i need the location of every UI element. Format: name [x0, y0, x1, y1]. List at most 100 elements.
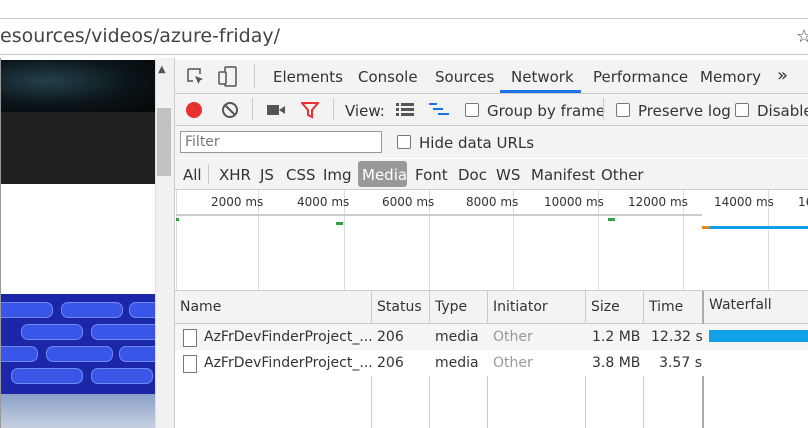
table-row[interactable]: AzFrDevFinderProject_... 206 media Other…: [175, 350, 808, 376]
overview-tick-label: 12000 ms: [628, 195, 688, 209]
decorative-shape: [129, 302, 155, 318]
overview-gridline: [176, 190, 177, 290]
tab-elements[interactable]: Elements: [273, 68, 343, 86]
request-status: 206: [377, 329, 404, 345]
overview-tick-label: 16: [798, 195, 808, 209]
decorative-shape: [119, 346, 155, 362]
overview-tick-label: 4000 ms: [297, 195, 350, 209]
overview-tick-label: 8000 ms: [466, 195, 519, 209]
decorative-shape: [1, 346, 38, 362]
video-thumbnail[interactable]: [1, 294, 155, 428]
address-text[interactable]: esources/videos/azure-friday/: [0, 25, 280, 47]
request-initiator: Other: [493, 355, 533, 371]
overview-tick-label: 6000 ms: [382, 195, 435, 209]
request-size: 3.8 MB: [592, 355, 641, 371]
overview-mark: [336, 222, 343, 225]
divider: [252, 98, 253, 120]
decorative-shape: [1, 302, 53, 318]
group-by-frame-checkbox[interactable]: [465, 103, 479, 117]
disable-cache-label: Disable: [757, 102, 808, 120]
disable-cache-checkbox[interactable]: [735, 103, 749, 117]
overview-tick-label: 14000 ms: [714, 195, 774, 209]
more-tabs-icon[interactable]: »: [777, 65, 788, 86]
type-filter-manifest[interactable]: Manifest: [531, 166, 595, 184]
scrollbar-thumb[interactable]: [157, 108, 171, 176]
large-rows-icon[interactable]: [396, 102, 414, 120]
type-filter-other[interactable]: Other: [601, 166, 644, 184]
type-filter-img[interactable]: Img: [323, 166, 352, 184]
column-header-type[interactable]: Type: [435, 299, 467, 315]
column-header-name[interactable]: Name: [180, 299, 221, 315]
divider: [603, 98, 604, 120]
request-size: 1.2 MB: [592, 329, 641, 345]
hide-data-urls-label: Hide data URLs: [419, 134, 535, 152]
decorative-shape: [11, 368, 83, 384]
device-toolbar-icon[interactable]: [218, 66, 238, 92]
screenshot-camera-icon[interactable]: [266, 103, 286, 121]
filter-input[interactable]: [180, 131, 382, 153]
file-icon: [183, 355, 197, 373]
overview-mark: [176, 218, 179, 221]
column-header-size[interactable]: Size: [591, 299, 620, 315]
column-header-initiator[interactable]: Initiator: [493, 299, 548, 315]
overview-mark: [608, 218, 615, 221]
divider: [208, 164, 209, 184]
divider: [333, 98, 334, 120]
column-header-waterfall[interactable]: Waterfall: [709, 297, 772, 313]
type-filter-font[interactable]: Font: [415, 166, 448, 184]
video-thumbnail-footer: [1, 112, 155, 184]
request-status: 206: [377, 355, 404, 371]
table-row[interactable]: AzFrDevFinderProject_... 206 media Other…: [175, 324, 808, 350]
tab-performance[interactable]: Performance: [593, 68, 688, 86]
waterfall-bar: [709, 330, 808, 342]
decorative-shape: [61, 302, 123, 318]
request-name[interactable]: AzFrDevFinderProject_...: [204, 355, 373, 371]
preserve-log-label: Preserve log: [638, 102, 731, 120]
request-type: media: [435, 355, 479, 371]
request-time: 12.32 s: [651, 329, 703, 345]
bookmark-star-icon[interactable]: ☆: [796, 26, 808, 47]
divider: [254, 64, 255, 88]
preserve-log-checkbox[interactable]: [616, 103, 630, 117]
tab-console[interactable]: Console: [358, 68, 418, 86]
hide-data-urls-checkbox[interactable]: [397, 135, 411, 149]
overview-waterfall-icon[interactable]: [429, 102, 449, 120]
overview-tick-label: 10000 ms: [544, 195, 604, 209]
file-icon: [183, 329, 197, 347]
request-initiator: Other: [493, 329, 533, 345]
group-by-frame-label: Group by frame: [487, 102, 606, 120]
overview-mark: [702, 226, 710, 229]
inspect-element-icon[interactable]: [186, 67, 206, 91]
type-filter-js[interactable]: JS: [260, 166, 274, 184]
request-time: 3.57 s: [659, 355, 702, 371]
type-filter-all[interactable]: All: [183, 166, 202, 184]
decorative-shape: [91, 368, 153, 384]
active-tab-indicator: [500, 90, 581, 93]
type-filter-doc[interactable]: Doc: [458, 166, 487, 184]
decorative-shape: [46, 346, 113, 362]
overview-tick-label: 2000 ms: [211, 195, 264, 209]
clear-icon[interactable]: [221, 101, 239, 123]
decorative-shape: [91, 324, 155, 340]
video-bottom-area: [1, 394, 155, 428]
tab-sources[interactable]: Sources: [435, 68, 494, 86]
decorative-shape: [21, 324, 83, 340]
filter-funnel-icon[interactable]: [299, 102, 321, 123]
video-thumbnail[interactable]: [1, 60, 155, 112]
column-header-status[interactable]: Status: [377, 299, 422, 315]
scroll-up-arrow-icon[interactable]: ▲: [158, 64, 166, 75]
type-filter-xhr[interactable]: XHR: [219, 166, 251, 184]
type-filter-css[interactable]: CSS: [286, 166, 316, 184]
overview-mark: [710, 226, 808, 229]
request-type: media: [435, 329, 479, 345]
type-filter-media[interactable]: Media: [362, 166, 407, 184]
overview-selection-track: [176, 214, 702, 216]
record-icon[interactable]: [186, 102, 202, 118]
tab-memory[interactable]: Memory: [700, 68, 761, 86]
browser-top-strip: [0, 0, 808, 19]
type-filter-ws[interactable]: WS: [496, 166, 520, 184]
column-header-time[interactable]: Time: [649, 299, 683, 315]
view-label: View:: [345, 102, 385, 120]
request-name[interactable]: AzFrDevFinderProject_...: [204, 329, 373, 345]
tab-network[interactable]: Network: [511, 68, 574, 86]
